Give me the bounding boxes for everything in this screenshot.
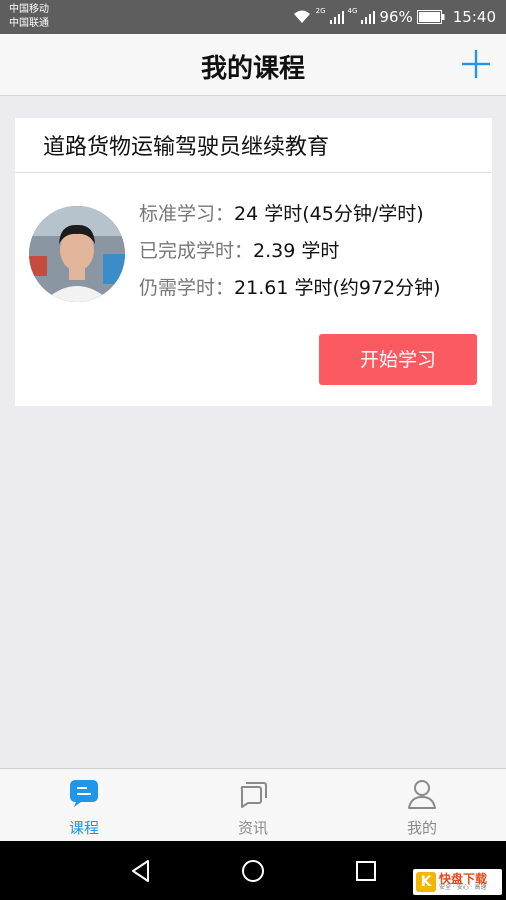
- clock: 15:40: [452, 8, 496, 26]
- bottom-tab-bar: 课程 资讯 我的: [0, 768, 506, 842]
- completed-hours-label: 已完成学时：: [139, 240, 254, 262]
- course-title-row: 道路货物运输驾驶员继续教育: [15, 118, 492, 173]
- tab-mine-label: 我的: [406, 819, 437, 837]
- course-icon: [70, 780, 98, 807]
- tab-news[interactable]: 资讯: [169, 769, 337, 842]
- course-progress-info: 标准学习：24 学时(45分钟/学时) 已完成学时：2.39 学时 仍需学时：2…: [139, 200, 441, 311]
- remaining-hours-row: 仍需学时：21.61 学时(约972分钟): [139, 274, 441, 311]
- tab-news-label: 资讯: [237, 819, 268, 837]
- status-icons: 2G 4G 96% 15:40: [292, 7, 496, 27]
- completed-hours-row: 已完成学时：2.39 学时: [139, 237, 441, 274]
- person-icon: [408, 780, 436, 809]
- home-icon[interactable]: [240, 858, 266, 884]
- system-nav-bar: K 快盘下载 安全 · 安心 · 高速: [0, 841, 506, 900]
- user-photo: [29, 206, 125, 302]
- carrier-2: 中国联通: [9, 18, 49, 29]
- plus-icon[interactable]: [460, 48, 492, 80]
- wifi-icon: [293, 10, 310, 23]
- header-bar: 我的课程: [0, 34, 506, 96]
- network-type-2: 4G: [347, 7, 358, 15]
- standard-hours-label: 标准学习：: [139, 203, 235, 225]
- watermark-slogan: 安全 · 安心 · 高速: [439, 884, 487, 891]
- watermark-logo: K 快盘下载 安全 · 安心 · 高速: [413, 869, 502, 895]
- recent-apps-icon[interactable]: [353, 858, 379, 884]
- back-icon[interactable]: [128, 858, 154, 884]
- tab-course-label: 课程: [68, 819, 99, 837]
- page-title: 我的课程: [200, 54, 305, 84]
- remaining-hours-value: 21.61 学时(约972分钟): [234, 277, 441, 299]
- start-learning-button[interactable]: 开始学习: [319, 334, 477, 385]
- watermark-icon: K: [416, 872, 436, 892]
- news-icon: [240, 782, 267, 808]
- network-type-1: 2G: [315, 7, 326, 15]
- completed-hours-value: 2.39 学时: [253, 240, 340, 262]
- status-bar: 中国移动 中国联通 2G 4G 96% 15:40: [0, 0, 506, 34]
- tab-course[interactable]: 课程: [0, 769, 168, 842]
- remaining-hours-label: 仍需学时：: [139, 277, 235, 299]
- signal-icon-1: [329, 11, 344, 24]
- course-card[interactable]: 道路货物运输驾驶员继续教育 标准学习：24 学时(45分钟/学时) 已完成学时：…: [15, 118, 492, 406]
- carrier-1: 中国移动: [9, 4, 49, 15]
- carrier-names: 中国移动 中国联通: [9, 3, 49, 31]
- battery-icon: [416, 10, 445, 24]
- standard-hours-row: 标准学习：24 学时(45分钟/学时): [139, 200, 441, 237]
- standard-hours-value: 24 学时(45分钟/学时): [234, 203, 424, 225]
- tab-mine[interactable]: 我的: [338, 769, 506, 842]
- course-title: 道路货物运输驾驶员继续教育: [43, 135, 330, 160]
- signal-icon-2: [361, 11, 376, 24]
- battery-percent: 96%: [379, 8, 413, 26]
